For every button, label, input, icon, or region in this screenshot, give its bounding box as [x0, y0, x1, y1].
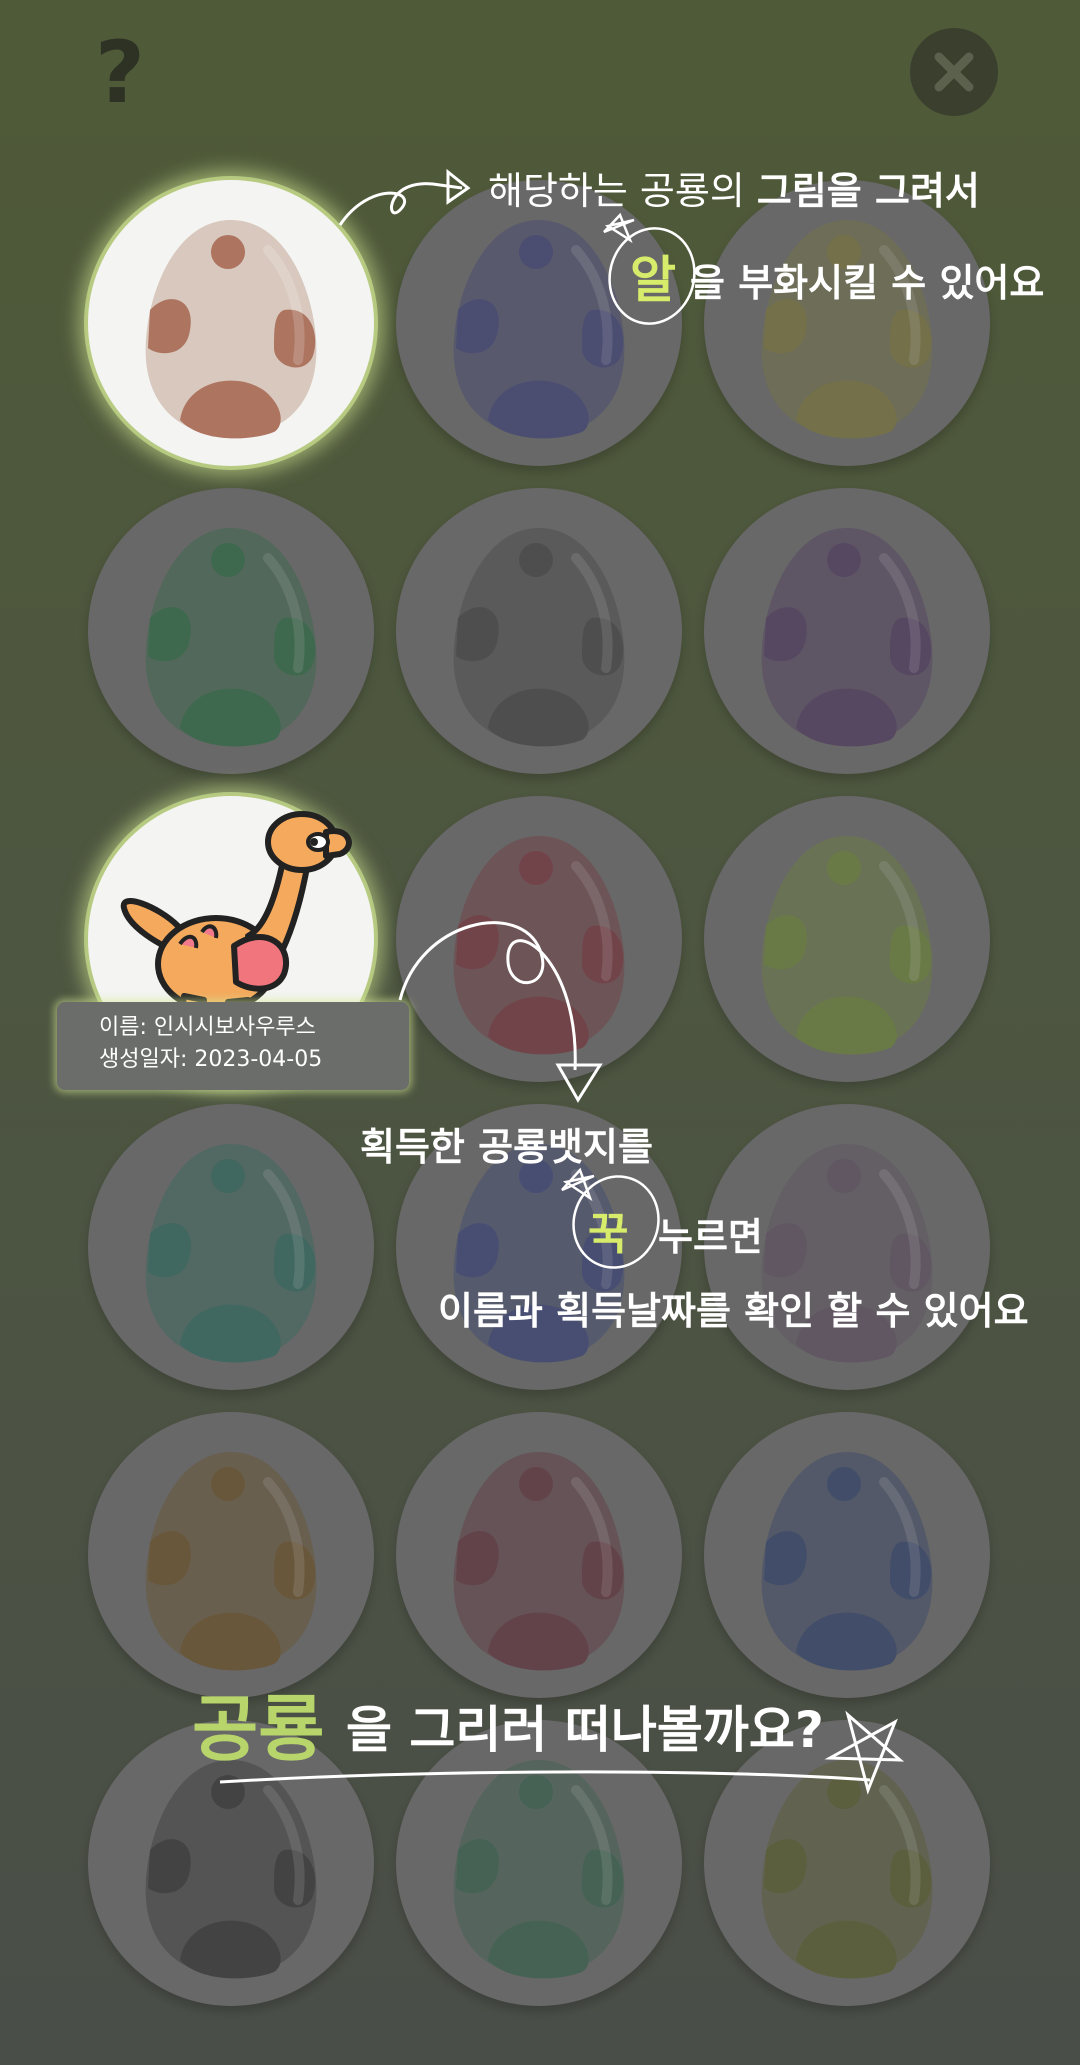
egg-slot[interactable] — [88, 488, 374, 774]
egg-icon — [453, 836, 625, 1055]
egg-icon — [453, 1760, 625, 1979]
egg-icon — [761, 1760, 933, 1979]
egg-icon — [761, 1452, 933, 1671]
bottom-dinosaur-word: 공룡 — [192, 1687, 325, 1771]
egg-slot[interactable] — [396, 796, 682, 1082]
egg-icon — [761, 528, 933, 747]
egg-slot[interactable] — [396, 488, 682, 774]
egg-icon — [145, 528, 317, 747]
hint-badge-line: 획득한 공룡뱃지를 — [360, 1125, 653, 1169]
egg-slot[interactable] — [704, 796, 990, 1082]
egg-icon — [453, 1452, 625, 1671]
egg-slot[interactable] — [704, 488, 990, 774]
egg-slot[interactable] — [396, 1720, 682, 2006]
hint-egg-highlight: 알 — [630, 251, 676, 309]
hint-press-highlight: 꾹 — [588, 1209, 629, 1260]
egg-icon — [145, 1452, 317, 1671]
hint-hatch-line: 을 부화시킬 수 있어요 — [690, 261, 1045, 305]
egg-slot[interactable] — [704, 180, 990, 466]
hint-press-line: 누르면 — [658, 1215, 763, 1259]
egg-slot[interactable] — [396, 1412, 682, 1698]
egg-slot[interactable] — [704, 1720, 990, 2006]
dinosaur-name: 이름: 인시시보사우루스 — [99, 1015, 316, 1040]
egg-icon — [761, 836, 933, 1055]
egg-icon — [145, 1144, 317, 1363]
hint-check-line: 이름과 획득날짜를 확인 할 수 있어요 — [438, 1289, 1029, 1333]
egg-slot[interactable] — [88, 180, 374, 466]
egg-slot[interactable] — [396, 180, 682, 466]
egg-icon — [145, 220, 317, 439]
bottom-invite-line: 을 그리러 떠나볼까요? — [346, 1701, 824, 1759]
hint-draw-line: 해당하는 공룡의 그림을 그려서 — [488, 169, 980, 213]
dinosaur-info-tooltip: 이름: 인시시보사우루스 생성일자: 2023-04-05 — [57, 1002, 409, 1090]
egg-slot[interactable] — [88, 1412, 374, 1698]
egg-slot[interactable] — [704, 1412, 990, 1698]
egg-icon — [453, 220, 625, 439]
dinosaur-created-date: 생성일자: 2023-04-05 — [99, 1047, 323, 1072]
egg-icon — [761, 220, 933, 439]
egg-icon — [453, 528, 625, 747]
egg-slot[interactable] — [88, 1104, 374, 1390]
